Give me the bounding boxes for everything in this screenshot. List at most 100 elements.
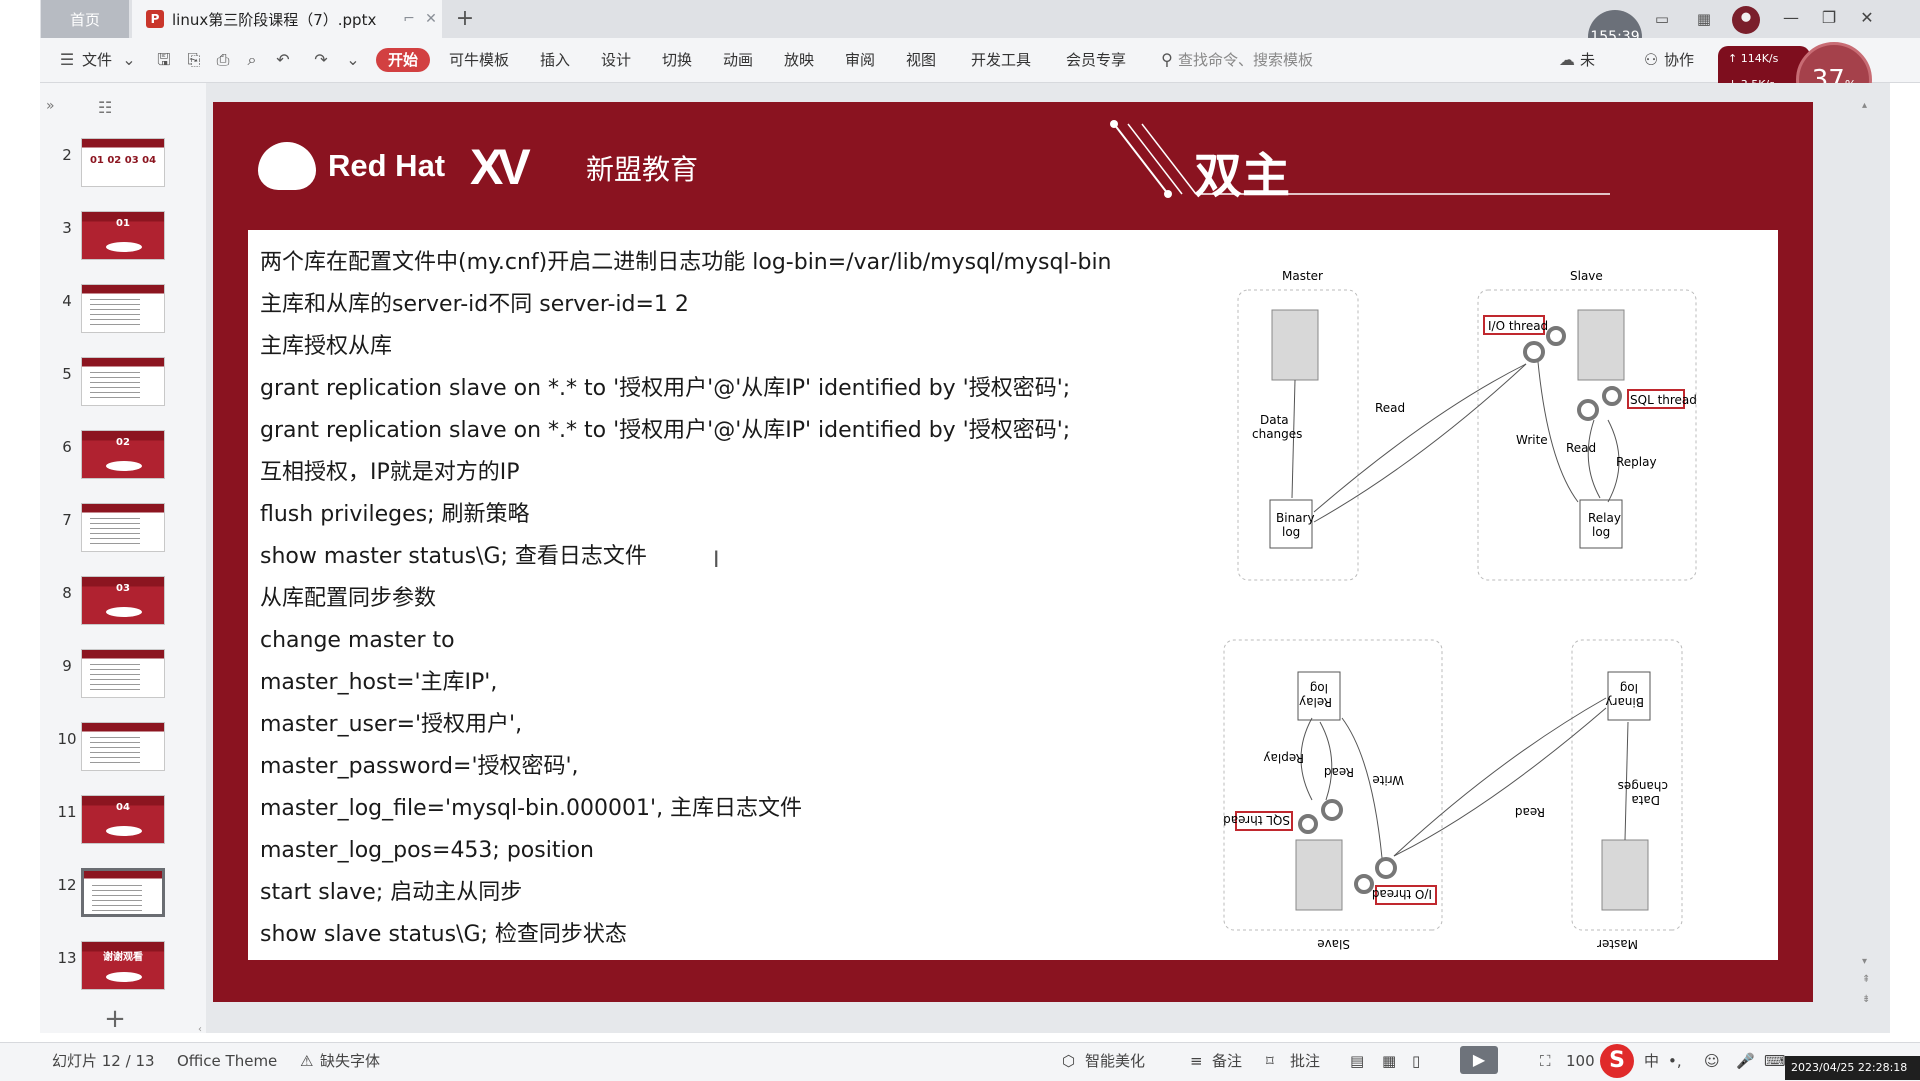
- redo-icon[interactable]: ↷: [310, 49, 332, 71]
- sql-gear-icon: [1602, 386, 1622, 406]
- slide-text-line[interactable]: 互相授权，IP就是对方的IP: [260, 458, 520, 488]
- layout-icon[interactable]: ▭: [1650, 8, 1674, 30]
- tab-developer[interactable]: 开发工具: [971, 48, 1031, 72]
- restore-button[interactable]: ❐: [1812, 4, 1846, 32]
- slide-thumbnail[interactable]: 02: [81, 430, 165, 479]
- slide-text-line[interactable]: start slave; 启动主从同步: [260, 878, 522, 908]
- slide-thumbnail[interactable]: [81, 868, 165, 917]
- new-tab-button[interactable]: +: [452, 6, 478, 32]
- outline-view-icon[interactable]: ☷: [98, 98, 112, 117]
- collaborate-button[interactable]: 协作: [1664, 48, 1694, 72]
- slide-text-line[interactable]: 两个库在配置文件中(my.cnf)开启二进制日志功能 log-bin=/var/…: [260, 248, 1112, 278]
- fit-window-icon[interactable]: ⛶: [1540, 1050, 1551, 1072]
- tab-insert[interactable]: 插入: [540, 48, 570, 72]
- print-preview-icon[interactable]: ⌕: [241, 49, 263, 71]
- sogou-ime-icon[interactable]: S: [1600, 1044, 1634, 1078]
- slide-text-line[interactable]: grant replication slave on *.* to '授权用户'…: [260, 374, 1070, 404]
- slide-text-line[interactable]: 从库配置同步参数: [260, 584, 436, 614]
- keyboard-icon[interactable]: ⌨: [1764, 1050, 1786, 1072]
- slide-thumbnail[interactable]: [81, 284, 165, 333]
- slide-text-line[interactable]: 主库授权从库: [260, 332, 392, 362]
- punctuation-icon[interactable]: •,: [1668, 1050, 1682, 1072]
- hamburger-menu-icon[interactable]: ☰: [56, 49, 78, 71]
- reading-view-icon[interactable]: ▯: [1412, 1050, 1420, 1072]
- slide-text-line[interactable]: master_user='授权用户',: [260, 710, 522, 740]
- tab-member[interactable]: 会员专享: [1066, 48, 1126, 72]
- notes-button[interactable]: 备注: [1212, 1050, 1242, 1072]
- slide-thumbnail[interactable]: [81, 722, 165, 771]
- search-icon[interactable]: ⚲: [1156, 49, 1178, 71]
- thumbnail-caption: 04: [116, 802, 130, 813]
- command-search-input[interactable]: 查找命令、搜索模板: [1178, 48, 1313, 72]
- tab-document[interactable]: P linux第三阶段课程（7）.pptx ⌐ ✕: [132, 0, 442, 38]
- comments-button[interactable]: 批注: [1290, 1050, 1320, 1072]
- close-window-button[interactable]: ✕: [1850, 4, 1884, 32]
- tab-templates[interactable]: 可牛模板: [449, 48, 509, 72]
- slide-thumbnail[interactable]: [81, 357, 165, 406]
- normal-view-icon[interactable]: ▤: [1350, 1050, 1364, 1072]
- tab-transition[interactable]: 切换: [662, 48, 692, 72]
- microphone-icon[interactable]: 🎤: [1736, 1050, 1755, 1072]
- play-slideshow-button[interactable]: ▶: [1460, 1046, 1498, 1074]
- slide-thumbnail[interactable]: [81, 503, 165, 552]
- tab-close-icon[interactable]: ✕: [420, 11, 442, 27]
- slide-thumbnail[interactable]: 01: [81, 211, 165, 260]
- tab-pin-icon[interactable]: ⌐: [398, 11, 420, 27]
- missing-font-icon[interactable]: ⚠: [300, 1050, 313, 1072]
- slide-text-line[interactable]: grant replication slave on *.* to '授权用户'…: [260, 416, 1070, 446]
- smart-beautify-button[interactable]: 智能美化: [1085, 1050, 1145, 1072]
- io-thread-label: I/O thread: [1488, 319, 1548, 333]
- undo-icon[interactable]: ↶: [272, 49, 294, 71]
- print-icon[interactable]: ⎙: [212, 49, 234, 71]
- next-slide-icon[interactable]: ⇟: [1862, 994, 1870, 1005]
- tab-animation[interactable]: 动画: [723, 48, 753, 72]
- slide-thumbnail[interactable]: 01 02 03 04: [81, 138, 165, 187]
- emoji-icon[interactable]: ☺: [1704, 1050, 1720, 1072]
- slide-text-line[interactable]: show master status\G; 查看日志文件: [260, 542, 647, 572]
- ime-mode[interactable]: 中: [1644, 1050, 1659, 1072]
- chevron-down-icon[interactable]: ⌄: [118, 49, 140, 71]
- expand-panel-icon[interactable]: »: [46, 98, 55, 114]
- slide-text-line[interactable]: 主库和从库的server-id不同 server-id=1 2: [260, 290, 689, 320]
- slide-text-line[interactable]: master_password='授权密码',: [260, 752, 579, 782]
- tab-slideshow[interactable]: 放映: [784, 48, 814, 72]
- io-gear-icon-mirrored: [1354, 874, 1374, 894]
- missing-font-button[interactable]: 缺失字体: [320, 1050, 380, 1072]
- tab-home[interactable]: 首页: [41, 0, 129, 38]
- smart-beautify-icon[interactable]: ⬡: [1062, 1050, 1075, 1072]
- sql-thread-label-mirrored: SQL thread: [1223, 813, 1290, 827]
- user-avatar[interactable]: [1732, 6, 1760, 34]
- save-icon[interactable]: 🖫: [153, 49, 175, 71]
- slide-text-line[interactable]: show slave status\G; 检查同步状态: [260, 920, 627, 950]
- slide-text-line[interactable]: flush privileges; 刷新策略: [260, 500, 529, 530]
- collaborate-icon[interactable]: ⚇: [1640, 49, 1662, 71]
- slide-text-line[interactable]: master_host='主库IP',: [260, 668, 497, 698]
- slide-text-line[interactable]: change master to: [260, 626, 455, 656]
- slide-thumbnail[interactable]: 04: [81, 795, 165, 844]
- comment-icon[interactable]: ⌑: [1266, 1050, 1274, 1072]
- slave-label: Slave: [1570, 269, 1603, 283]
- slide-text-line[interactable]: master_log_pos=453; position: [260, 836, 594, 866]
- slide-text-line[interactable]: master_log_file='mysql-bin.000001', 主库日志…: [260, 794, 802, 824]
- grid-apps-icon[interactable]: ▦: [1692, 8, 1716, 30]
- add-slide-button[interactable]: +: [100, 1004, 130, 1034]
- slide-thumbnail[interactable]: [81, 649, 165, 698]
- slide-thumbnail[interactable]: 谢谢观看: [81, 941, 165, 990]
- scroll-down-icon[interactable]: ▾: [1862, 956, 1867, 967]
- file-menu[interactable]: 文件: [82, 48, 112, 72]
- customize-toolbar-icon[interactable]: ⌄: [342, 49, 364, 71]
- scroll-up-icon[interactable]: ▴: [1862, 100, 1867, 111]
- export-icon[interactable]: ⎘: [183, 49, 205, 71]
- slide-thumbnail[interactable]: 03: [81, 576, 165, 625]
- tab-view[interactable]: 视图: [906, 48, 936, 72]
- cloud-sync-icon[interactable]: ☁: [1556, 49, 1578, 71]
- sorter-view-icon[interactable]: ▦: [1382, 1050, 1396, 1072]
- tab-start[interactable]: 开始: [376, 48, 431, 72]
- panel-scroll-left-icon[interactable]: ‹: [198, 1024, 202, 1035]
- minimize-button[interactable]: —: [1774, 4, 1808, 32]
- prev-slide-icon[interactable]: ⇞: [1862, 974, 1870, 985]
- zoom-level[interactable]: 100: [1566, 1050, 1595, 1072]
- tab-design[interactable]: 设计: [601, 48, 631, 72]
- notes-icon[interactable]: ≡: [1190, 1050, 1203, 1072]
- tab-review[interactable]: 审阅: [845, 48, 875, 72]
